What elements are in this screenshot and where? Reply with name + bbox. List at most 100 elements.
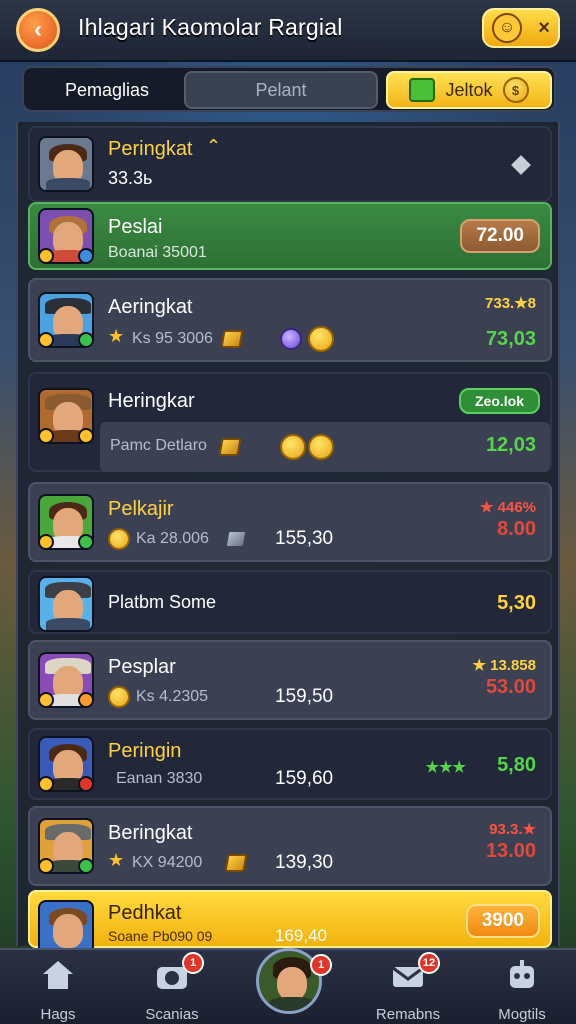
chest-icon (220, 330, 244, 348)
camera-icon: 1 (154, 952, 204, 992)
score-value: 53.00 (485, 676, 536, 698)
avatar (38, 388, 94, 444)
score-value: 5,30 (497, 592, 536, 614)
rank-change: ★ 13.858 (472, 657, 537, 674)
chest-icon (224, 854, 248, 872)
score-pill: 72.00 (460, 219, 540, 253)
check-badge-icon (78, 858, 92, 872)
points-value: 159,60 (275, 768, 334, 789)
player-name: Heringkar (108, 390, 195, 412)
notification-badge: 12 (418, 952, 440, 974)
bottom-nav: Hags 1 Scanias 1 12 Remabns Mogtils (0, 948, 576, 1024)
score-value: 8.00 (497, 518, 536, 540)
flame-badge-icon (78, 692, 92, 706)
list-item[interactable]: Peslai Boanai 35001 72.00 (28, 202, 552, 270)
rank-change: 93.3.★ (489, 821, 536, 838)
check-badge-icon (78, 534, 92, 548)
star-icon: ★ (108, 326, 125, 346)
reward-pill: 3900 (465, 904, 540, 938)
list-item[interactable]: Heringkar Zeo.lok Pamc Detlaro 12,03 (28, 372, 552, 472)
emoji-icon (108, 686, 130, 708)
player-detail: KX 94200 (132, 854, 203, 871)
avatar (38, 292, 94, 348)
list-item[interactable]: Peringin Eanan 3830 159,60 ★★★ 5,80 (28, 728, 552, 800)
robot-icon (504, 958, 540, 992)
nav-label: Hags (40, 1006, 76, 1023)
avatar (38, 208, 94, 264)
nav-label: Remabns (375, 1006, 441, 1023)
tab-pemaglias[interactable]: Pemaglias (32, 71, 182, 109)
emoji-icon (108, 528, 130, 550)
tab-bar: Pemaglias Pelant Jeltok $ (22, 66, 556, 112)
notification-badge: 1 (182, 952, 204, 974)
leaderboard-list: Peringkat ⌃ 33.3ь Peslai Boanai 35001 72… (16, 122, 560, 956)
star-badge-icon (40, 858, 54, 872)
list-item[interactable]: Aeringkat ★ Ks 95 3006 733.★8 73,03 (28, 278, 552, 362)
player-name: Pedhkat (108, 902, 182, 924)
tab-jeltok[interactable]: Jeltok $ (386, 71, 552, 109)
avatar (38, 136, 94, 192)
tab-pelant[interactable]: Pelant (184, 71, 378, 109)
status-pill: Zeo.lok (458, 388, 540, 414)
avatar (38, 652, 94, 708)
coin-icon (308, 326, 334, 352)
player-name: Peringkat (108, 138, 193, 160)
score-value: 73,03 (485, 328, 536, 350)
list-item[interactable]: Pesplar Ks 4.2305 159,50 ★ 13.858 53.00 (28, 640, 552, 720)
caret-icon: ⌃ (206, 136, 222, 156)
close-icon: × (538, 16, 550, 39)
star-badge-icon (40, 428, 54, 442)
home-icon (40, 958, 76, 992)
list-item[interactable]: Platbm Some 5,30 (28, 570, 552, 634)
player-detail: Ks 95 3006 (132, 330, 213, 347)
list-item[interactable]: Pelkajir Ka 28.006 155,30 ★ 446% 8.00 (28, 482, 552, 562)
alert-badge-icon (78, 776, 92, 790)
back-arrow-icon: ‹ (34, 16, 42, 43)
star-icon: ★ (108, 850, 125, 870)
score-value: 5,80 (497, 754, 536, 776)
back-button[interactable]: ‹ (16, 8, 60, 52)
player-name: Pesplar (108, 656, 176, 678)
notification-badge: 1 (310, 954, 332, 976)
emote-button[interactable]: ☺ × (482, 8, 560, 48)
avatar (38, 494, 94, 550)
smiley-icon: ☺ (492, 13, 523, 43)
nav-rewards[interactable]: 12 Remabns (358, 952, 458, 1023)
player-name: Platbm Some (108, 592, 217, 612)
shield-badge-icon (78, 248, 92, 262)
points-value: 139,30 (275, 852, 334, 873)
points-value: 155,30 (275, 528, 334, 549)
nav-settings[interactable]: Mogtils (472, 958, 572, 1023)
player-name: Beringkat (108, 822, 193, 844)
coin-icon (308, 434, 334, 460)
list-item[interactable]: Beringkat ★ KX 94200 139,30 93.3.★ 13.00 (28, 806, 552, 886)
coin-icon: $ (502, 77, 529, 103)
gift-icon (409, 78, 436, 102)
avatar (38, 818, 94, 874)
player-name: Pelkajir (108, 498, 174, 520)
top-bar: ‹ Ihlagari Kaomolar Rargial ☺ × (0, 0, 576, 62)
player-name: Peringin (108, 740, 182, 762)
list-item-highlighted[interactable]: Pedhkat Soane Pb090 09 169,40 3900 (28, 890, 552, 956)
points-value: 159,50 (275, 686, 334, 707)
nav-label: Mogtils (498, 1006, 546, 1023)
player-name: Peslai (108, 216, 163, 238)
profile-badge: 1 (310, 954, 332, 976)
row-detail-strip: Pamc Detlaro 12,03 (100, 422, 550, 472)
rating-stars: ★★★ (425, 759, 466, 776)
player-detail: Pamc Detlaro (110, 437, 207, 454)
points-value: 169,40 (275, 926, 327, 945)
player-detail: Soane Pb090 09 (108, 928, 213, 944)
star-badge-icon (40, 248, 54, 262)
list-item[interactable]: Peringkat ⌃ 33.3ь (28, 126, 552, 202)
tab-label: Pelant (255, 79, 307, 100)
player-detail: Ks 4.2305 (136, 688, 209, 705)
player-detail: Eanan 3830 (116, 770, 203, 787)
rank-stat: 733.★8 (485, 295, 536, 312)
nav-scan[interactable]: 1 Scanias (122, 952, 222, 1023)
nav-home[interactable]: Hags (8, 958, 108, 1023)
chest-icon (218, 438, 242, 456)
reward-amount: 3900 (481, 910, 524, 931)
avatar (38, 736, 94, 792)
coin-icon (280, 434, 306, 460)
